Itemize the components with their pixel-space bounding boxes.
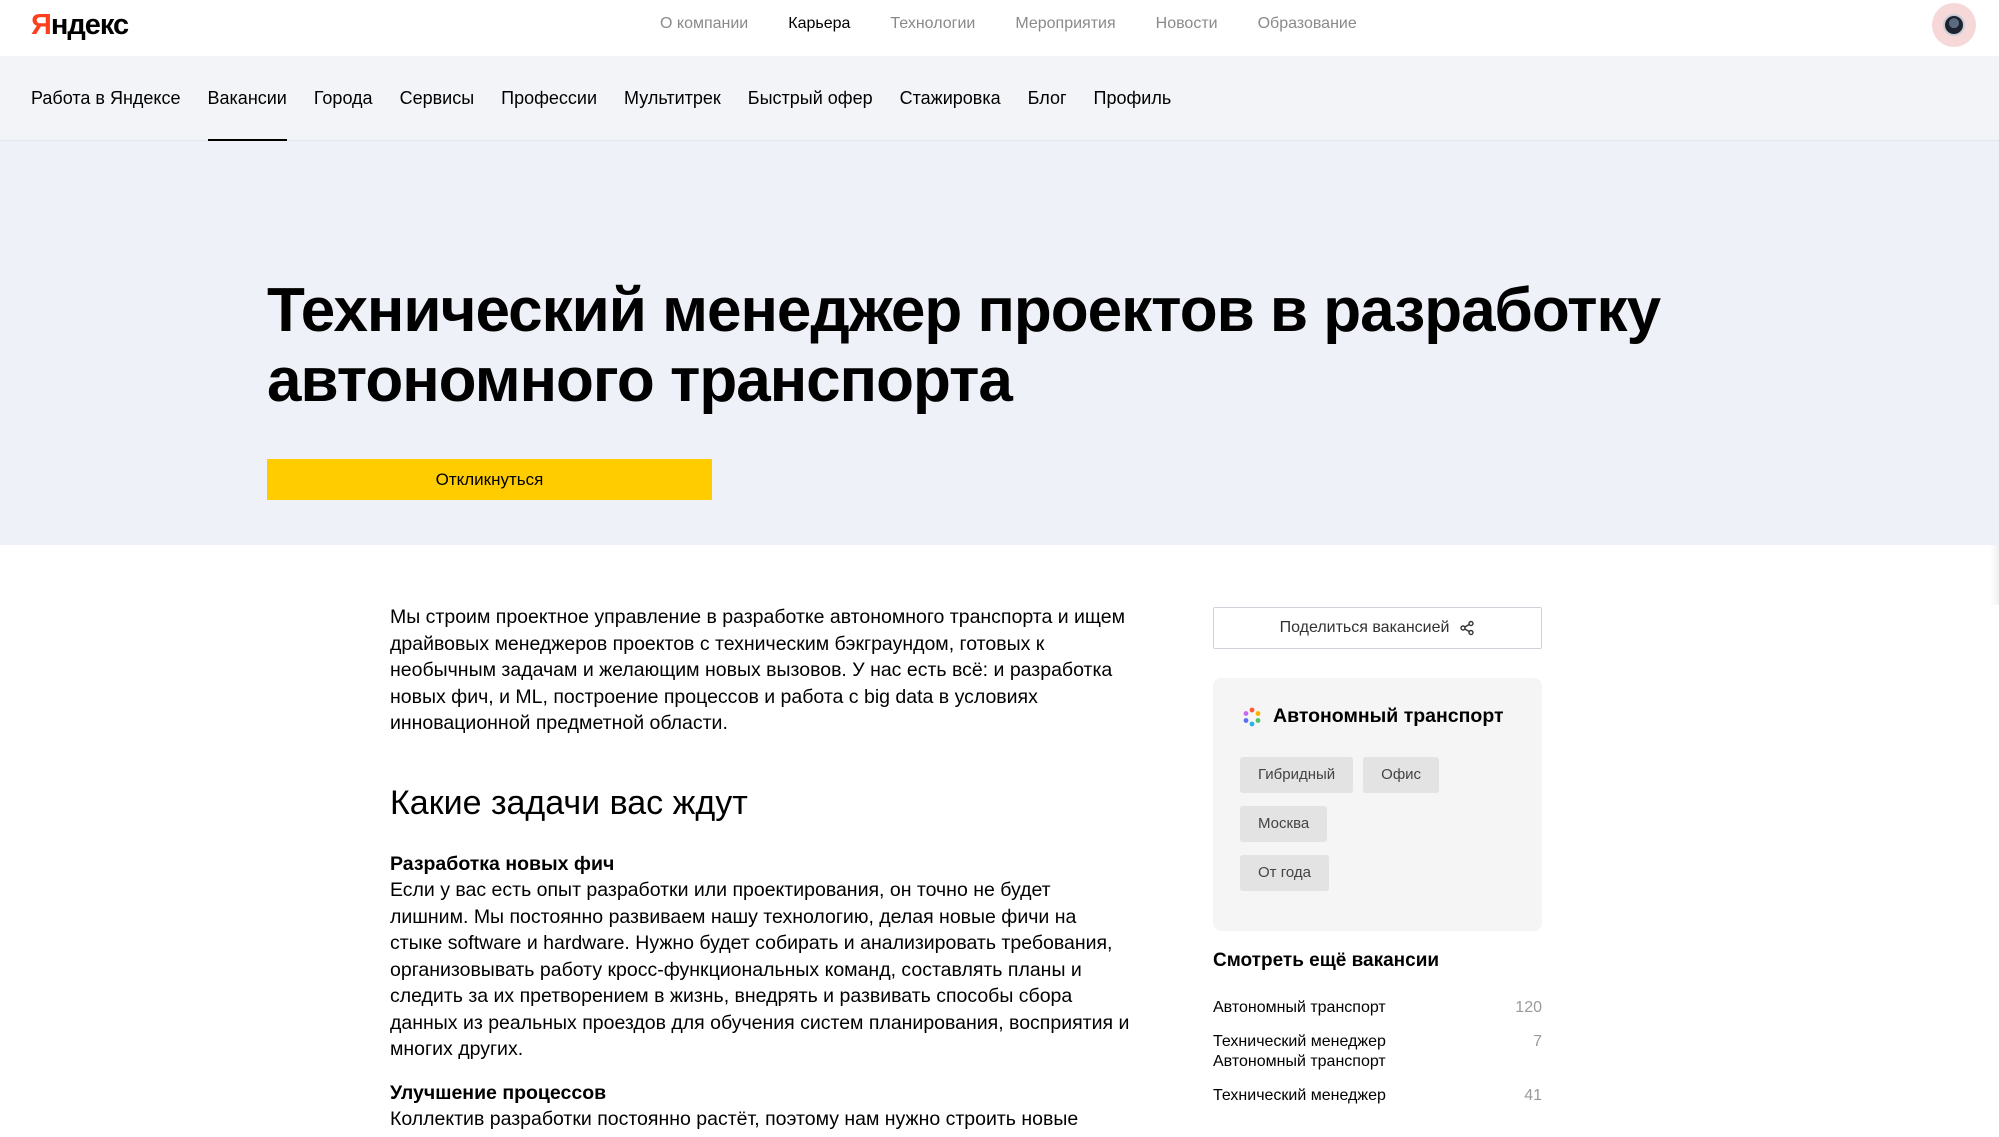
tag-experience[interactable]: От года (1240, 855, 1329, 891)
subnav-item-fast-offer[interactable]: Быстрый офер (748, 56, 873, 141)
user-avatar[interactable] (1932, 3, 1976, 47)
subnav-item-professions[interactable]: Профессии (501, 56, 597, 141)
task-text: Если у вас есть опыт разработки или прое… (390, 879, 1130, 1060)
topnav-item-events[interactable]: Мероприятия (1015, 15, 1115, 33)
chip-row: Гибридный Офис (1240, 757, 1520, 793)
top-header: Яндекс О компании Карьера Технологии Мер… (0, 0, 1999, 56)
vacancy-description: Мы строим проектное управление в разрабо… (390, 604, 1130, 1133)
more-vacancies-item[interactable]: Технический менеджер Автономный транспор… (1213, 1032, 1542, 1072)
service-header[interactable]: Автономный транспорт (1241, 705, 1504, 728)
more-item-count: 7 (1533, 1033, 1542, 1050)
more-item-label: Автономный транспорт (1213, 999, 1386, 1016)
topnav-item-career[interactable]: Карьера (788, 15, 850, 33)
tag-office[interactable]: Офис (1363, 757, 1440, 793)
subnav-item-multitrack[interactable]: Мультитрек (624, 56, 721, 141)
more-item-label: Технический менеджер Автономный транспор… (1213, 1033, 1386, 1070)
top-nav: О компании Карьера Технологии Мероприяти… (660, 15, 1357, 33)
task-title: Разработка новых фич (390, 852, 615, 875)
task-text: Коллектив разработки постоянно растёт, п… (390, 1108, 1079, 1130)
topnav-item-tech[interactable]: Технологии (890, 15, 975, 33)
tasks-heading: Какие задачи вас ждут (390, 783, 748, 822)
autonomous-transport-logo-icon (1243, 707, 1261, 726)
vacancy-tags: Гибридный Офис Москва От года (1240, 757, 1520, 904)
subnav-item-profile[interactable]: Профиль (1094, 56, 1172, 141)
subnav-item-internship[interactable]: Стажировка (900, 56, 1001, 141)
vacancy-title: Технический менеджер проектов в разработ… (267, 276, 1661, 415)
subnav-item-vacancies[interactable]: Вакансии (207, 56, 288, 141)
more-item-count: 41 (1524, 1087, 1542, 1104)
chip-row: От года (1240, 855, 1520, 891)
vacancy-lead: Мы строим проектное управление в разрабо… (390, 606, 1126, 734)
subnav-item-work[interactable]: Работа в Яндексе (31, 56, 181, 141)
topnav-item-about[interactable]: О компании (660, 15, 748, 33)
share-icon (1460, 620, 1475, 636)
more-vacancies-list: Автономный транспорт 120 Технический мен… (1213, 998, 1542, 1120)
logo-text: ндекс (50, 9, 129, 41)
avatar-icon (1943, 14, 1965, 36)
scroll-edge-shadow (1990, 545, 1999, 605)
more-item-count: 120 (1515, 999, 1542, 1016)
service-card: Автономный транспорт Гибридный Офис Моск… (1213, 678, 1542, 931)
vacancy-hero: Технический менеджер проектов в разработ… (0, 141, 1999, 545)
yandex-logo[interactable]: Яндекс (31, 9, 129, 42)
subnav-item-blog[interactable]: Блог (1028, 56, 1067, 141)
sub-nav: Работа в Яндексе Вакансии Города Сервисы… (0, 56, 1999, 141)
service-name: Автономный транспорт (1273, 705, 1504, 727)
logo-letter: Я (31, 9, 52, 41)
subnav-item-services[interactable]: Сервисы (400, 56, 475, 141)
tag-city[interactable]: Москва (1240, 806, 1328, 842)
topnav-item-education[interactable]: Образование (1258, 15, 1357, 33)
more-vacancies-item[interactable]: Технический менеджер 41 (1213, 1086, 1542, 1106)
more-vacancies-heading: Смотреть ещё вакансии (1213, 950, 1440, 971)
topnav-item-news[interactable]: Новости (1156, 15, 1218, 33)
apply-button[interactable]: Откликнуться (267, 459, 712, 500)
chip-row: Москва (1240, 806, 1520, 842)
task-title: Улучшение процессов (390, 1081, 607, 1104)
more-vacancies-item[interactable]: Автономный транспорт 120 (1213, 998, 1542, 1018)
tag-hybrid[interactable]: Гибридный (1240, 757, 1354, 793)
sub-nav-list: Работа в Яндексе Вакансии Города Сервисы… (31, 56, 1171, 141)
subnav-item-cities[interactable]: Города (314, 56, 373, 141)
share-label: Поделиться вакансией (1279, 619, 1450, 636)
share-vacancy-button[interactable]: Поделиться вакансией (1213, 607, 1542, 649)
more-item-label: Технический менеджер (1213, 1087, 1386, 1104)
